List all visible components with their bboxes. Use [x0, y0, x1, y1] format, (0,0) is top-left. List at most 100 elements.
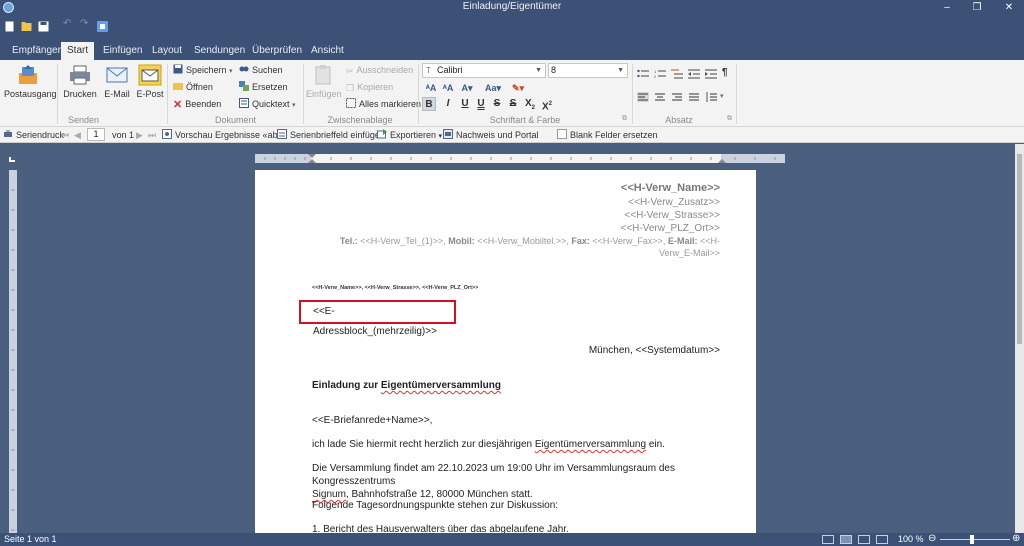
oeffnen-label: Öffnen	[186, 82, 213, 92]
zoom-slider-knob[interactable]	[970, 535, 974, 544]
tab-sendungen[interactable]: Sendungen	[188, 42, 251, 60]
checkbox-icon	[557, 129, 567, 139]
mail-merge-toolbar: Seriendruck ⏮ ◀ 1 von 1 ▶ ⏭ Vorschau Erg…	[0, 127, 1024, 143]
double-underline-icon[interactable]: U	[474, 97, 488, 111]
first-record-icon[interactable]: ⏮	[61, 129, 69, 141]
vertical-ruler-ticks	[11, 189, 15, 531]
shrink-font-icon[interactable]: ᴬA	[441, 81, 455, 95]
tab-stop-selector[interactable]	[9, 157, 15, 162]
last-record-icon[interactable]: ⏭	[148, 129, 156, 141]
multilevel-list-icon[interactable]	[671, 69, 683, 79]
line-spacing-icon[interactable]	[705, 92, 717, 102]
exportieren-button[interactable]: Exportieren ▾	[377, 129, 442, 141]
nachweis-label: Nachweis und Portal	[456, 130, 539, 140]
email-label: E-Mail	[104, 89, 130, 99]
suchen-button[interactable]: Suchen	[239, 63, 283, 77]
underline-icon[interactable]: U	[458, 97, 472, 111]
superscript-icon[interactable]: X2	[540, 97, 554, 112]
nachweis-button[interactable]: Nachweis und Portal	[443, 129, 539, 141]
epost-envelope-icon	[138, 64, 162, 86]
vertical-ruler[interactable]	[9, 170, 17, 546]
sender-contact-line: Tel.: <<H-Verw_Tel_(1)>>, Mobil: <<H-Ver…	[315, 235, 720, 259]
record-number-input[interactable]: 1	[87, 128, 105, 141]
previous-record-icon[interactable]: ◀	[74, 129, 81, 141]
new-document-icon[interactable]	[4, 21, 15, 32]
font-family-select[interactable]: T Calibri ▼	[422, 63, 546, 78]
document-page[interactable]: <<H-Verw_Name>> <<H-Verw_Zusatz>> <<H-Ve…	[255, 170, 756, 535]
subject-line: Einladung zur Eigentümerversammlung	[312, 379, 720, 392]
bold-icon[interactable]: B	[422, 97, 436, 111]
einfuegen-button[interactable]: Einfügen	[306, 64, 342, 99]
dialog-launcher-icon[interactable]: ⧉	[727, 115, 732, 123]
beenden-button[interactable]: ✕ Beenden	[173, 97, 221, 111]
email-button[interactable]: E-Mail	[101, 64, 133, 99]
save-icon[interactable]	[38, 21, 49, 32]
quick-settings-icon[interactable]	[97, 21, 108, 32]
bullet-list-icon[interactable]	[637, 69, 649, 79]
speichern-button[interactable]: Speichern ▾	[173, 63, 233, 77]
vertical-scrollbar[interactable]	[1015, 144, 1024, 533]
view-mode-page-icon[interactable]	[840, 535, 852, 544]
minimize-icon[interactable]: –	[932, 0, 962, 15]
justify-icon[interactable]	[688, 92, 700, 102]
restore-icon[interactable]: ❐	[962, 0, 992, 15]
subscript-icon[interactable]: X2	[523, 97, 537, 111]
export-icon	[377, 129, 387, 139]
view-mode-draft-icon[interactable]	[876, 535, 888, 544]
ausschneiden-button[interactable]: ✂ Ausschneiden	[346, 63, 413, 77]
redo-icon[interactable]: ↷	[80, 18, 91, 29]
serienbrief-button[interactable]: Seriendruck	[3, 129, 64, 141]
tab-layout[interactable]: Layout	[146, 42, 188, 60]
numbered-list-icon[interactable]: 12	[654, 69, 666, 79]
status-bar: Seite 1 von 1 100 % ⊖ ⊕	[0, 533, 1024, 546]
align-right-icon[interactable]	[671, 92, 683, 102]
vorschau-button[interactable]: Vorschau Ergebnisse «abc»	[162, 129, 287, 141]
strikethrough-icon[interactable]: S	[490, 97, 504, 111]
save-icon	[173, 64, 183, 74]
align-left-icon[interactable]	[637, 92, 649, 102]
zoom-slider[interactable]	[940, 539, 1010, 540]
zoom-out-icon[interactable]: ⊖	[928, 534, 936, 544]
chevron-down-icon[interactable]: ▾	[720, 92, 724, 100]
epost-button[interactable]: E-Post	[135, 64, 165, 99]
kopieren-button[interactable]: ❐ Kopieren	[346, 80, 393, 94]
tab-einfuegen[interactable]: Einfügen	[97, 42, 148, 60]
font-color-icon[interactable]: A▾	[460, 81, 474, 95]
oeffnen-button[interactable]: Öffnen	[173, 80, 213, 94]
postausgang-button[interactable]: Postausgang	[4, 64, 57, 99]
quicktext-button[interactable]: Quicktext ▾	[239, 97, 296, 111]
tab-start[interactable]: Start	[61, 42, 95, 60]
pilcrow-icon[interactable]: ¶	[722, 67, 734, 78]
change-case-icon[interactable]: Aa▾	[483, 81, 503, 95]
double-strikethrough-icon[interactable]: S	[506, 97, 520, 111]
close-icon[interactable]: ✕	[994, 0, 1024, 15]
align-center-icon[interactable]	[654, 92, 666, 102]
select-all-icon	[346, 98, 356, 108]
scrollbar-thumb[interactable]	[1017, 154, 1022, 344]
dialog-launcher-icon[interactable]: ⧉	[622, 115, 627, 123]
address-block-field[interactable]: <<E-Adressblock_(mehrzeilig)>>	[299, 300, 456, 337]
view-mode-web-icon[interactable]	[858, 535, 870, 544]
ersetzen-button[interactable]: Ersetzen	[239, 80, 288, 94]
alles-markieren-button[interactable]: Alles markieren	[346, 97, 421, 111]
italic-icon[interactable]: I	[441, 97, 455, 111]
blank-felder-toggle[interactable]: Blank Felder ersetzen	[557, 129, 658, 141]
horizontal-ruler[interactable]	[255, 154, 785, 163]
open-folder-icon[interactable]	[21, 21, 32, 32]
tab-ansicht[interactable]: Ansicht	[305, 42, 350, 60]
next-record-icon[interactable]: ▶	[136, 129, 143, 141]
serienbrieffeld-einfuegen-button[interactable]: Serienbrieffeld einfügen	[277, 129, 385, 141]
portal-icon	[443, 129, 453, 139]
zoom-in-icon[interactable]: ⊕	[1012, 534, 1020, 544]
grow-font-icon[interactable]: ᴬA	[424, 81, 438, 95]
tab-empfaenger[interactable]: Empfänger	[6, 42, 67, 60]
undo-icon[interactable]: ↶	[63, 18, 74, 29]
view-mode-print-icon[interactable]	[822, 535, 834, 544]
tab-ueberpruefen[interactable]: Überprüfen	[246, 42, 308, 60]
increase-indent-icon[interactable]	[705, 69, 717, 79]
blank-felder-label: Blank Felder ersetzen	[570, 130, 658, 140]
highlight-icon[interactable]: ✎▾	[508, 81, 528, 95]
font-size-select[interactable]: 8 ▼	[548, 63, 628, 78]
drucken-button[interactable]: Drucken	[62, 64, 98, 99]
decrease-indent-icon[interactable]	[688, 69, 700, 79]
